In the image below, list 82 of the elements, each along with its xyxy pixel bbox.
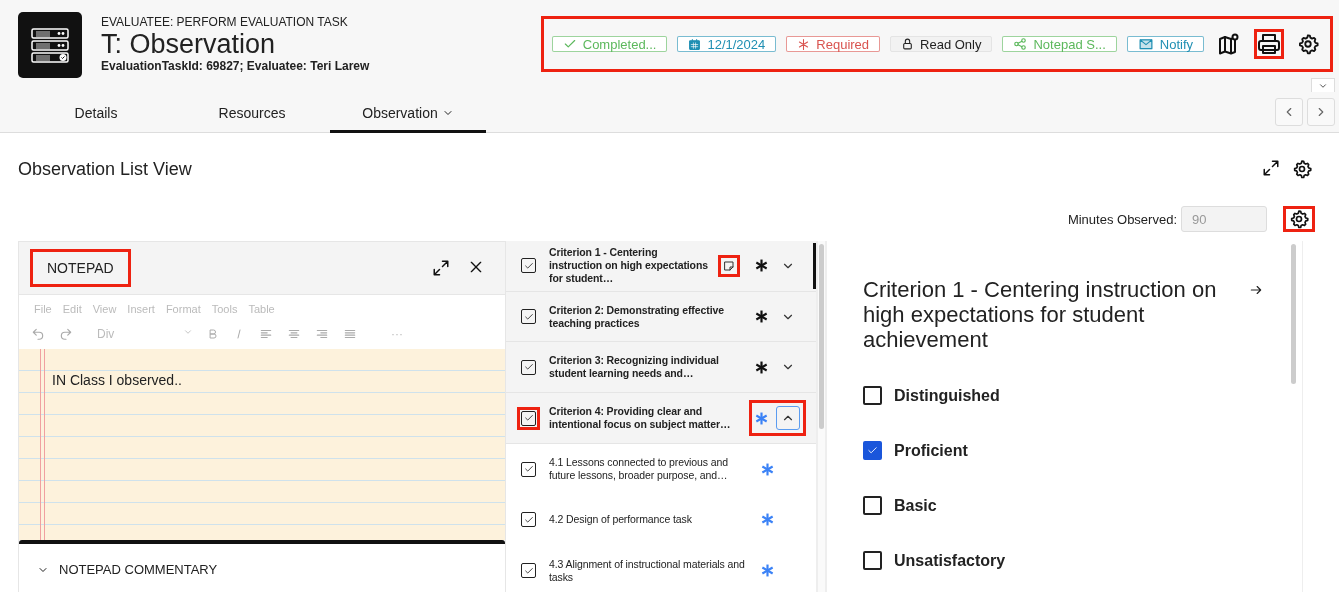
asterisk-icon <box>797 37 811 51</box>
print-button[interactable] <box>1254 29 1284 59</box>
calendar-icon <box>688 37 702 51</box>
rating-option[interactable]: Basic <box>863 496 1302 515</box>
check-mark-icon <box>867 445 878 456</box>
criterion-text: 4.3 Alignment of instructional materials and tasks <box>549 557 746 584</box>
criterion-text: Criterion 3: Recognizing individual student learning needs and… <box>549 354 720 381</box>
check-mark-icon <box>523 260 534 271</box>
page-title: T: Observation <box>101 29 277 59</box>
align-left-icon <box>259 327 273 341</box>
checkbox[interactable] <box>863 386 882 405</box>
criterion-text: 4.1 Lessons connected to previous and future lessons, broader purpose, and… <box>549 456 729 483</box>
checkbox[interactable] <box>521 410 536 426</box>
map-pin-icon <box>1217 32 1241 56</box>
note-icon[interactable] <box>718 254 740 277</box>
check-mark-icon <box>523 514 534 525</box>
settings-icon <box>1292 159 1312 179</box>
expand-icon <box>432 259 450 277</box>
checkbox[interactable] <box>863 551 882 570</box>
share-icon <box>1013 37 1028 51</box>
chevron-down-icon <box>183 327 193 337</box>
check-mark-icon <box>523 413 534 423</box>
align-right-icon <box>315 327 329 341</box>
settings-icon <box>1289 209 1309 229</box>
criterion-row[interactable]: Criterion 3: Recognizing individual student learning needs and… <box>506 342 816 394</box>
settings-button[interactable] <box>1283 206 1315 232</box>
status-chip[interactable]: Required <box>786 36 881 52</box>
criterion-text: Criterion 2: Demonstrating effective teaching practices <box>549 303 725 330</box>
redo-icon <box>59 327 73 341</box>
rating-option[interactable]: Distinguished <box>863 386 1302 405</box>
checkbox[interactable] <box>521 258 536 274</box>
arrow-right-icon <box>1249 283 1263 297</box>
checkbox[interactable] <box>863 441 882 460</box>
check-mark-icon <box>523 565 534 576</box>
status-chip[interactable]: 12/1/2024 <box>677 36 777 52</box>
criterion-row[interactable]: Criterion 1 - Centering instruction on high expectations for student… <box>506 241 816 292</box>
server-logo <box>18 12 82 78</box>
rating-option[interactable]: Unsatisfactory <box>863 551 1302 570</box>
notepad-text[interactable]: IN Class I observed.. <box>52 349 505 389</box>
settings-icon <box>1297 33 1319 55</box>
status-chip[interactable]: Read Only <box>890 36 993 52</box>
rating-option[interactable]: Proficient <box>863 441 1302 460</box>
section-title: Observation List View <box>18 158 192 180</box>
envelope-icon <box>1137 37 1154 51</box>
scrollbar-thumb[interactable] <box>1291 244 1296 384</box>
check-icon <box>562 37 577 51</box>
page-subtitle: EvaluationTaskId: 69827; Evaluatee: Teri Larew <box>101 59 371 73</box>
check-mark-icon <box>523 464 534 475</box>
criterion-row[interactable]: Criterion 4: Providing clear and intentional focus on subject matter… <box>506 393 816 444</box>
tab[interactable]: Resources <box>174 95 330 133</box>
checkbox[interactable] <box>521 512 536 528</box>
bold-icon <box>207 327 219 341</box>
expand-icon <box>1262 159 1280 177</box>
criterion-row[interactable]: Criterion 2: Demonstrating effective teaching practices <box>506 291 816 343</box>
page-overline: EVALUATEE: PERFORM EVALUATION TASK <box>101 15 349 29</box>
checkbox[interactable] <box>521 461 536 477</box>
undo-icon <box>31 327 45 341</box>
minutes-label: Minutes Observed: <box>1067 211 1177 227</box>
check-mark-icon <box>523 311 534 322</box>
expand-toggle[interactable] <box>776 406 800 430</box>
notepad-commentary-toggle[interactable]: NOTEPAD COMMENTARY <box>37 562 218 577</box>
criterion-text: 4.2 Design of performance task <box>549 513 693 527</box>
lock-icon <box>901 37 915 51</box>
checkbox[interactable] <box>521 309 536 325</box>
status-chip[interactable]: Notify <box>1126 36 1204 52</box>
notepad-title: NOTEPAD <box>30 249 131 287</box>
criterion-heading: Criterion 1 - Centering instruction on high expectations for student achievement <box>863 277 1218 352</box>
criterion-text: Criterion 1 - Centering instruction on high expectations for student… <box>549 246 709 286</box>
align-center-icon <box>287 327 301 341</box>
justify-icon <box>343 327 357 341</box>
check-mark-icon <box>523 362 534 373</box>
collapse-toggle[interactable] <box>1311 78 1335 92</box>
tab[interactable]: Observation <box>330 95 486 133</box>
checkbox[interactable] <box>521 563 536 579</box>
close-icon <box>468 259 484 275</box>
checkbox[interactable] <box>863 496 882 515</box>
sticky-note-icon <box>723 259 735 272</box>
tab[interactable]: Details <box>18 95 174 133</box>
checkbox[interactable] <box>521 359 536 375</box>
criterion-text: Criterion 4: Providing clear and intentional focus on subject matter… <box>549 405 732 431</box>
printer-icon <box>1257 32 1281 56</box>
scrollbar-thumb[interactable] <box>819 244 824 429</box>
